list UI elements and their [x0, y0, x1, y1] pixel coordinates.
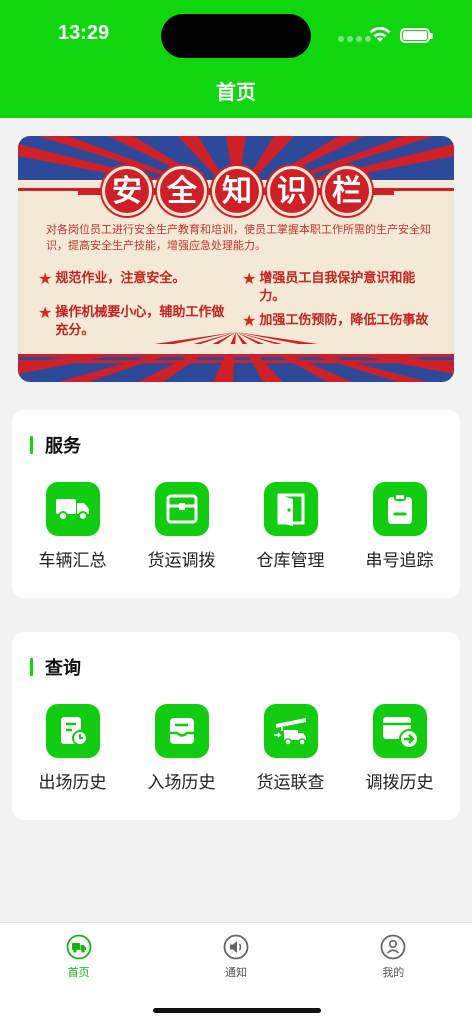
- dynamic-island: [161, 14, 311, 58]
- banner-title-char: 识: [267, 166, 317, 216]
- star-icon: ★: [38, 303, 53, 322]
- query-card: 查询 出场历史 入场历史 货运联查 调拨历史: [12, 632, 460, 820]
- card-arrow-icon: [372, 704, 427, 758]
- services-card: 服务 车辆汇总 货运调拨 仓库管理 串号追踪: [12, 410, 460, 598]
- query-label: 入场历史: [147, 773, 216, 793]
- star-icon: ★: [242, 269, 257, 288]
- tab-label: 首页: [67, 966, 90, 979]
- section-accent-bar: [30, 436, 33, 454]
- service-freight-allocation[interactable]: 货运调拨: [127, 482, 236, 571]
- page-title: 首页: [216, 80, 256, 104]
- query-header: 查询: [30, 654, 81, 680]
- query-entry-history[interactable]: 入场历史: [127, 704, 236, 793]
- speaker-icon: [223, 934, 249, 960]
- service-serial-tracking[interactable]: 串号追踪: [345, 482, 454, 571]
- services-title: 服务: [45, 436, 81, 457]
- tab-label: 我的: [382, 966, 405, 979]
- home-indicator: [153, 1008, 321, 1013]
- truck-icon: [45, 482, 100, 536]
- box-icon: [154, 482, 209, 536]
- service-label: 车辆汇总: [38, 551, 107, 571]
- tab-profile[interactable]: 我的: [315, 923, 472, 1024]
- section-accent-bar: [30, 658, 33, 676]
- status-time: 13:29: [58, 22, 110, 44]
- battery-icon: [400, 28, 433, 43]
- crane-truck-icon: [263, 704, 318, 758]
- banner-title-char: 知: [212, 166, 262, 216]
- document-clock-icon: [45, 704, 100, 758]
- tab-home[interactable]: 首页: [0, 923, 157, 1024]
- query-freight-lookup[interactable]: 货运联查: [236, 704, 345, 793]
- clipboard-icon: [372, 482, 427, 536]
- inbox-icon: [154, 704, 209, 758]
- query-label: 调拨历史: [365, 773, 434, 793]
- banner-slogan: ★ 规范作业，注意安全。: [38, 269, 186, 288]
- service-warehouse-management[interactable]: 仓库管理: [236, 482, 345, 571]
- banner-intro-text: 对各岗位员工进行安全生产教育和培训，使员工掌握本职工作所需的生产安全知识，提高安…: [46, 223, 431, 252]
- safety-banner[interactable]: 安 全 知 识 栏 对各岗位员工进行安全生产教育和培训，使员工掌握本职工作所需的…: [18, 136, 454, 382]
- banner-title-char: 栏: [322, 166, 372, 216]
- star-icon: ★: [38, 269, 53, 288]
- status-bar: 13:29: [0, 0, 472, 70]
- tab-label: 通知: [224, 966, 247, 979]
- service-label: 货运调拨: [147, 551, 216, 571]
- service-vehicle-summary[interactable]: 车辆汇总: [18, 482, 127, 571]
- banner-slogan: ★ 加强工伤预防，降低工伤事故: [242, 311, 429, 330]
- banner-title-char: 安: [102, 166, 152, 216]
- star-icon: ★: [242, 311, 257, 330]
- query-title: 查询: [45, 658, 81, 679]
- banner-slogan: ★ 增强员工自我保护意识和能力。: [242, 269, 416, 304]
- query-label: 出场历史: [38, 773, 107, 793]
- banner-title-char: 全: [157, 166, 207, 216]
- query-grid: 出场历史 入场历史 货运联查 调拨历史: [12, 704, 460, 793]
- cellular-signal-icon: [338, 36, 371, 42]
- query-allocation-history[interactable]: 调拨历史: [345, 704, 454, 793]
- services-header: 服务: [30, 432, 81, 458]
- services-grid: 车辆汇总 货运调拨 仓库管理 串号追踪: [12, 482, 460, 571]
- door-icon: [263, 482, 318, 536]
- banner-slogan: ★ 操作机械要小心，辅助工作做充分。: [38, 303, 225, 338]
- truck-icon: [66, 934, 92, 960]
- service-label: 仓库管理: [256, 551, 325, 571]
- navigation-bar: 首页: [0, 70, 472, 118]
- user-icon: [380, 934, 406, 960]
- wifi-icon: [369, 27, 391, 42]
- query-label: 货运联查: [256, 773, 325, 793]
- service-label: 串号追踪: [365, 551, 434, 571]
- query-exit-history[interactable]: 出场历史: [18, 704, 127, 793]
- banner-title: 安 全 知 识 栏: [102, 166, 372, 218]
